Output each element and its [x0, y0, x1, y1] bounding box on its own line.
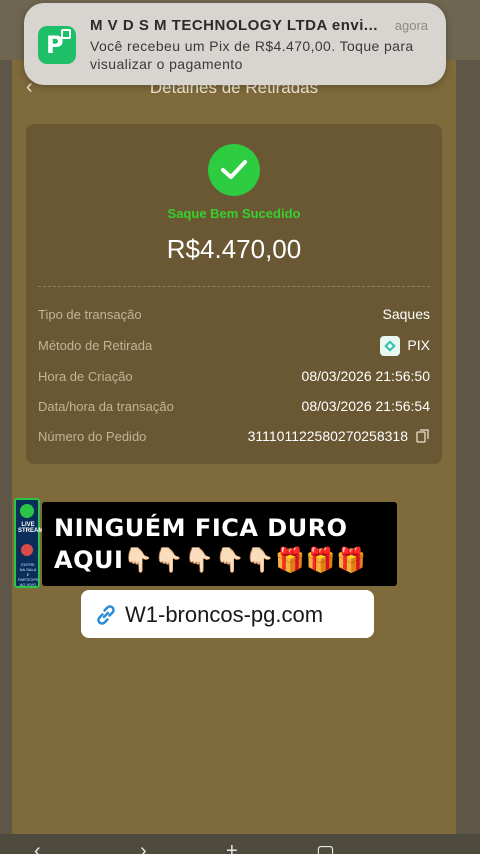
push-notification[interactable]: P M V D S M TECHNOLOGY LTDA envi... agor… — [24, 3, 446, 85]
link-sticker[interactable]: W1-broncos-pg.com — [81, 590, 374, 638]
notification-title: M V D S M TECHNOLOGY LTDA envi... — [90, 17, 378, 34]
nav-forward-icon[interactable]: › — [140, 840, 147, 854]
play-icon — [20, 504, 34, 518]
row-transaction-type: Tipo de transação Saques — [38, 304, 430, 326]
bottom-nav-bar: ‹ › + ▢ … — [0, 834, 480, 854]
pix-icon — [380, 336, 400, 356]
row-label: Número do Pedido — [38, 429, 147, 444]
nav-add-icon[interactable]: + — [226, 840, 238, 854]
live-badge-text: LIVE STREAM — [18, 522, 44, 534]
nav-back-icon[interactable]: ‹ — [34, 840, 41, 854]
row-creation-time: Hora de Criação 08/03/2026 21:56:50 — [38, 366, 430, 388]
row-value: PIX — [407, 337, 430, 353]
check-circle-icon — [208, 144, 260, 196]
link-icon — [97, 605, 115, 625]
link-text: W1-broncos-pg.com — [125, 602, 324, 627]
row-order-number: Número do Pedido 311101122580270258318 — [38, 426, 430, 448]
notification-time: agora — [394, 18, 428, 33]
row-withdrawal-method: Método de Retirada PIX — [38, 335, 430, 357]
copy-icon[interactable] — [416, 429, 430, 443]
row-value: 08/03/2026 21:56:50 — [301, 368, 430, 384]
amount: R$4.470,00 — [166, 234, 302, 264]
picpay-app-icon: P — [38, 26, 76, 64]
notification-body: Você recebeu um Pix de R$4.470,00. Toque… — [90, 38, 414, 72]
promo-text: NINGUÉM FICA DURO AQUI👇🏻👇🏻👇🏻👇🏻👇🏻🎁🎁🎁 — [54, 514, 367, 574]
app-screen: ‹ Detalhes de Retiradas Saque Bem Sucedi… — [12, 60, 456, 854]
row-label: Método de Retirada — [38, 338, 153, 353]
row-label: Hora de Criação — [38, 369, 133, 384]
live-stream-badge: LIVE STREAM ENTRE NA SALA E PARTICIPE AO… — [14, 498, 44, 588]
row-value: 08/03/2026 21:56:54 — [301, 398, 430, 414]
dashed-divider — [38, 286, 430, 287]
frame-left-edge — [0, 60, 12, 854]
frame-right-edge — [456, 60, 480, 854]
row-transaction-time: Data/hora da transação 08/03/2026 21:56:… — [38, 396, 430, 418]
live-badge-small-text: ENTRE NA SALA E PARTICIPE AO VIVO — [18, 562, 39, 587]
status-text: Saque Bem Sucedido — [167, 206, 301, 221]
promo-caption: NINGUÉM FICA DURO AQUI👇🏻👇🏻👇🏻👇🏻👇🏻🎁🎁🎁 — [42, 502, 397, 586]
row-value: Saques — [382, 306, 430, 322]
row-value: 311101122580270258318 — [247, 428, 408, 444]
nav-menu-icon[interactable]: … — [400, 840, 420, 854]
nav-tabs-icon[interactable]: ▢ — [316, 840, 335, 854]
ball-icon — [21, 544, 33, 556]
row-label: Data/hora da transação — [38, 399, 174, 414]
withdrawal-card: Saque Bem Sucedido R$4.470,00 Tipo de tr… — [26, 124, 442, 464]
row-label: Tipo de transação — [38, 307, 142, 322]
